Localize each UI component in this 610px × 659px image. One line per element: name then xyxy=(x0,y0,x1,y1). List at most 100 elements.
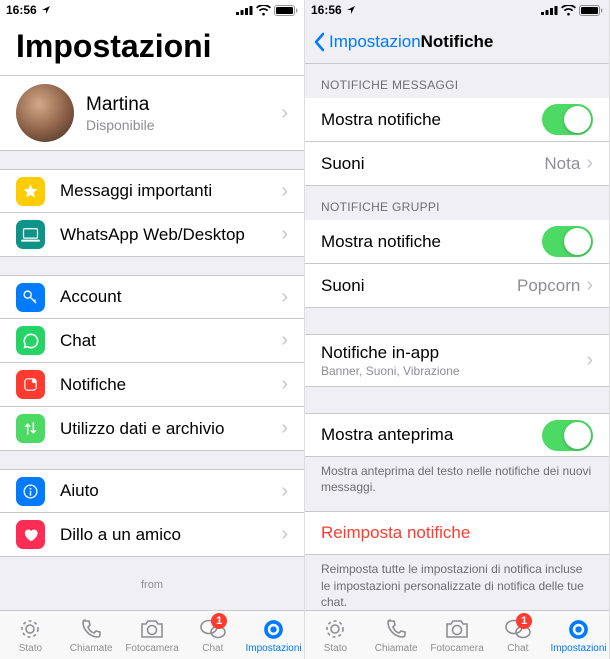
location-icon xyxy=(41,5,51,15)
laptop-icon xyxy=(16,220,45,249)
tab-chiamate[interactable]: Chiamate xyxy=(61,611,122,659)
settings-scroll[interactable]: Impostazioni Martina Disponibile › Messa… xyxy=(0,20,304,610)
row-tell-friend[interactable]: Dillo a un amico › xyxy=(0,513,304,557)
row-show-preview[interactable]: Mostra anteprima xyxy=(305,413,609,457)
tab-chat[interactable]: 1 Chat xyxy=(182,611,243,659)
chevron-icon: › xyxy=(281,523,288,546)
from-label: from xyxy=(0,575,304,595)
chevron-icon: › xyxy=(281,373,288,396)
row-label: Messaggi importanti xyxy=(60,181,281,201)
status-bar: 16:56 xyxy=(305,0,609,20)
tab-label: Impostazioni xyxy=(246,643,302,654)
tab-label: Stato xyxy=(324,643,347,654)
tab-label: Stato xyxy=(19,643,42,654)
row-label: Reimposta notifiche xyxy=(321,523,593,543)
row-account[interactable]: Account › xyxy=(0,275,304,319)
chevron-icon: › xyxy=(586,274,593,297)
battery-icon xyxy=(274,5,298,16)
row-label: Mostra anteprima xyxy=(321,425,542,445)
chevron-icon: › xyxy=(281,180,288,203)
chevron-icon: › xyxy=(281,417,288,440)
info-icon xyxy=(16,477,45,506)
profile-cell[interactable]: Martina Disponibile › xyxy=(0,75,304,151)
status-circle-icon xyxy=(323,617,347,641)
section-footer-preview: Mostra anteprima del testo nelle notific… xyxy=(305,457,609,497)
chevron-left-icon xyxy=(313,32,325,52)
phone-icon xyxy=(384,617,408,641)
row-reset-notifications[interactable]: Reimposta notifiche xyxy=(305,511,609,555)
profile-status: Disponibile xyxy=(86,117,281,133)
tab-fotocamera[interactable]: Fotocamera xyxy=(427,611,488,659)
signal-icon xyxy=(236,5,253,15)
toggle-show-preview[interactable] xyxy=(542,420,593,451)
bell-icon xyxy=(16,370,45,399)
page-title: Impostazioni xyxy=(0,20,304,75)
row-chat[interactable]: Chat › xyxy=(0,319,304,363)
tab-stato[interactable]: Stato xyxy=(0,611,61,659)
tab-bar: Stato Chiamate Fotocamera 1 Chat Imposta… xyxy=(0,610,304,659)
section-header-groups: NOTIFICHE GRUPPI xyxy=(305,186,609,220)
row-whatsapp-web[interactable]: WhatsApp Web/Desktop › xyxy=(0,213,304,257)
row-msg-show-notifications[interactable]: Mostra notifiche xyxy=(305,98,609,142)
row-label: Utilizzo dati e archivio xyxy=(60,419,281,439)
row-label: Dillo a un amico xyxy=(60,525,281,545)
row-label: Suoni xyxy=(321,276,517,296)
chevron-icon: › xyxy=(586,349,593,372)
row-label: Suoni xyxy=(321,154,544,174)
tab-label: Chiamate xyxy=(375,643,418,654)
row-help[interactable]: Aiuto › xyxy=(0,469,304,513)
nav-title: Notifiche xyxy=(421,32,494,52)
row-value: Nota xyxy=(544,154,580,174)
toggle-grp-show[interactable] xyxy=(542,226,593,257)
tab-impostazioni[interactable]: Impostazioni xyxy=(243,611,304,659)
tab-stato[interactable]: Stato xyxy=(305,611,366,659)
tab-label: Impostazioni xyxy=(551,643,607,654)
section-footer-reset: Reimposta tutte le impostazioni di notif… xyxy=(305,555,609,610)
row-label: Mostra notifiche xyxy=(321,110,542,130)
back-button[interactable]: Impostazioni xyxy=(313,32,424,52)
tab-label: Chat xyxy=(507,643,528,654)
row-grp-show-notifications[interactable]: Mostra notifiche xyxy=(305,220,609,264)
row-label: WhatsApp Web/Desktop xyxy=(60,225,281,245)
toggle-msg-show[interactable] xyxy=(542,104,593,135)
row-msg-sounds[interactable]: Suoni Nota › xyxy=(305,142,609,186)
row-grp-sounds[interactable]: Suoni Popcorn › xyxy=(305,264,609,308)
data-arrows-icon xyxy=(16,414,45,443)
chevron-icon: › xyxy=(281,286,288,309)
whatsapp-icon xyxy=(16,326,45,355)
tab-chat[interactable]: 1 Chat xyxy=(487,611,548,659)
row-subtitle: Banner, Suoni, Vibrazione xyxy=(321,364,586,378)
tab-label: Chat xyxy=(202,643,223,654)
chevron-icon: › xyxy=(281,329,288,352)
row-starred-messages[interactable]: Messaggi importanti › xyxy=(0,169,304,213)
row-in-app-notifications[interactable]: Notifiche in-app Banner, Suoni, Vibrazio… xyxy=(305,334,609,387)
star-icon xyxy=(16,177,45,206)
tab-fotocamera[interactable]: Fotocamera xyxy=(122,611,183,659)
phone-icon xyxy=(79,617,103,641)
row-label: Account xyxy=(60,287,281,307)
back-label: Impostazioni xyxy=(329,32,424,52)
signal-icon xyxy=(541,5,558,15)
notifications-scroll[interactable]: NOTIFICHE MESSAGGI Mostra notifiche Suon… xyxy=(305,64,609,610)
status-circle-icon xyxy=(18,617,42,641)
gear-icon xyxy=(566,617,591,642)
tab-chiamate[interactable]: Chiamate xyxy=(366,611,427,659)
profile-name: Martina xyxy=(86,94,281,116)
chevron-icon: › xyxy=(586,152,593,175)
status-bar: 16:56 xyxy=(0,0,304,20)
camera-icon xyxy=(139,617,165,641)
tab-impostazioni[interactable]: Impostazioni xyxy=(548,611,609,659)
tab-label: Fotocamera xyxy=(125,643,178,654)
section-header-messages: NOTIFICHE MESSAGGI xyxy=(305,64,609,98)
notifications-screen: 16:56 Impostazioni Notifiche NOTIFICHE M… xyxy=(305,0,610,659)
settings-screen: 16:56 Impostazioni Martina Disponibile › xyxy=(0,0,305,659)
tab-label: Fotocamera xyxy=(430,643,483,654)
wifi-icon xyxy=(256,5,271,16)
row-notifications[interactable]: Notifiche › xyxy=(0,363,304,407)
row-label: Mostra notifiche xyxy=(321,232,542,252)
chevron-icon: › xyxy=(281,223,288,246)
status-time: 16:56 xyxy=(6,3,37,17)
row-label: Chat xyxy=(60,331,281,351)
heart-icon xyxy=(16,520,45,549)
row-data-usage[interactable]: Utilizzo dati e archivio › xyxy=(0,407,304,451)
